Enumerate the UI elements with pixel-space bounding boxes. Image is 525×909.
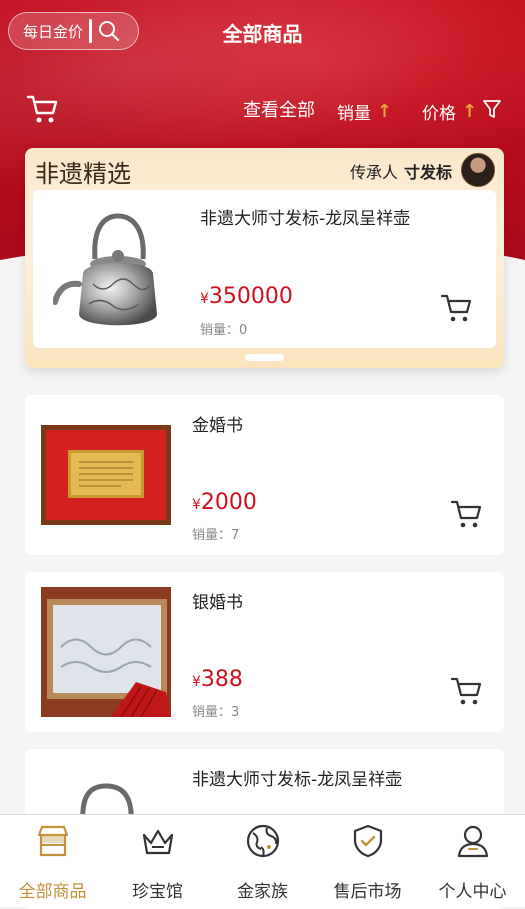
- tab-all-products[interactable]: 全部商品: [0, 815, 105, 907]
- filter-icon[interactable]: [483, 99, 501, 123]
- globe-icon: [246, 824, 280, 858]
- product-card[interactable]: 银婚书 ¥388 销量：3: [25, 572, 504, 732]
- carousel-indicator: [245, 354, 284, 361]
- inheritor-label: 传承人: [349, 163, 398, 182]
- inheritor-name: 寸发标: [403, 163, 452, 182]
- sort-price-label: 价格: [422, 104, 456, 124]
- sort-filter-bar: 查看全部 销量 ↑ 价格 ↑: [0, 94, 525, 126]
- silver-teapot-image: [53, 213, 157, 326]
- page-title: 全部商品: [222, 22, 303, 46]
- shield-check-icon: [353, 824, 383, 858]
- product-name: 非遗大师寸发标-龙凤呈祥壶: [200, 209, 411, 229]
- arrow-up-icon: ↑: [377, 101, 393, 122]
- product-price: ¥350000: [200, 284, 293, 309]
- silver-certificate-image: [41, 587, 171, 717]
- tab-treasure-hall[interactable]: 珍宝馆: [105, 815, 210, 907]
- tab-label: 金家族: [237, 882, 288, 902]
- tab-label: 售后市场: [333, 882, 402, 902]
- tab-label: 个人中心: [438, 882, 507, 902]
- tab-gold-family[interactable]: 金家族: [210, 815, 315, 907]
- featured-title: 非遗精选: [35, 160, 131, 188]
- product-price: ¥388: [192, 667, 243, 692]
- add-to-cart-icon[interactable]: [450, 675, 482, 711]
- user-icon: [457, 825, 489, 858]
- featured-product-card[interactable]: 非遗大师寸发标-龙凤呈祥壶 ¥350000 销量：0: [33, 190, 496, 348]
- bottom-tab-bar: 全部商品 珍宝馆 金家族 售后市场 个人中心: [0, 814, 525, 907]
- sort-by-sales[interactable]: 销量 ↑: [337, 99, 392, 124]
- add-to-cart-icon[interactable]: [440, 292, 472, 328]
- inheritor-info: 传承人 寸发标: [350, 159, 452, 183]
- tab-profile[interactable]: 个人中心: [420, 815, 525, 907]
- arrow-up-icon: ↑: [462, 101, 478, 122]
- shop-icon: [37, 825, 69, 857]
- product-sales: 销量：7: [192, 528, 240, 543]
- inheritor-avatar[interactable]: [461, 153, 495, 187]
- product-name: 非遗大师寸发标-龙凤呈祥壶: [192, 770, 403, 790]
- sort-by-price[interactable]: 价格 ↑: [422, 99, 477, 124]
- crown-icon: [142, 829, 174, 855]
- product-price: ¥2000: [192, 490, 257, 515]
- tab-label: 全部商品: [18, 882, 87, 902]
- product-card[interactable]: 金婚书 ¥2000 销量：7: [25, 395, 504, 555]
- sort-sales-label: 销量: [337, 104, 371, 124]
- add-to-cart-icon[interactable]: [450, 498, 482, 534]
- product-name: 金婚书: [192, 416, 243, 436]
- product-sales: 销量：3: [192, 705, 240, 720]
- gold-certificate-image: [41, 425, 171, 525]
- product-sales: 销量：0: [200, 323, 248, 338]
- featured-section: 非遗精选 传承人 寸发标 非遗大师寸发标-龙凤呈祥壶 ¥350000 销量：0: [25, 148, 504, 368]
- product-name: 银婚书: [192, 593, 243, 613]
- view-all-button[interactable]: 查看全部: [243, 96, 315, 122]
- tab-after-sales[interactable]: 售后市场: [315, 815, 420, 907]
- tab-label: 珍宝馆: [132, 882, 183, 902]
